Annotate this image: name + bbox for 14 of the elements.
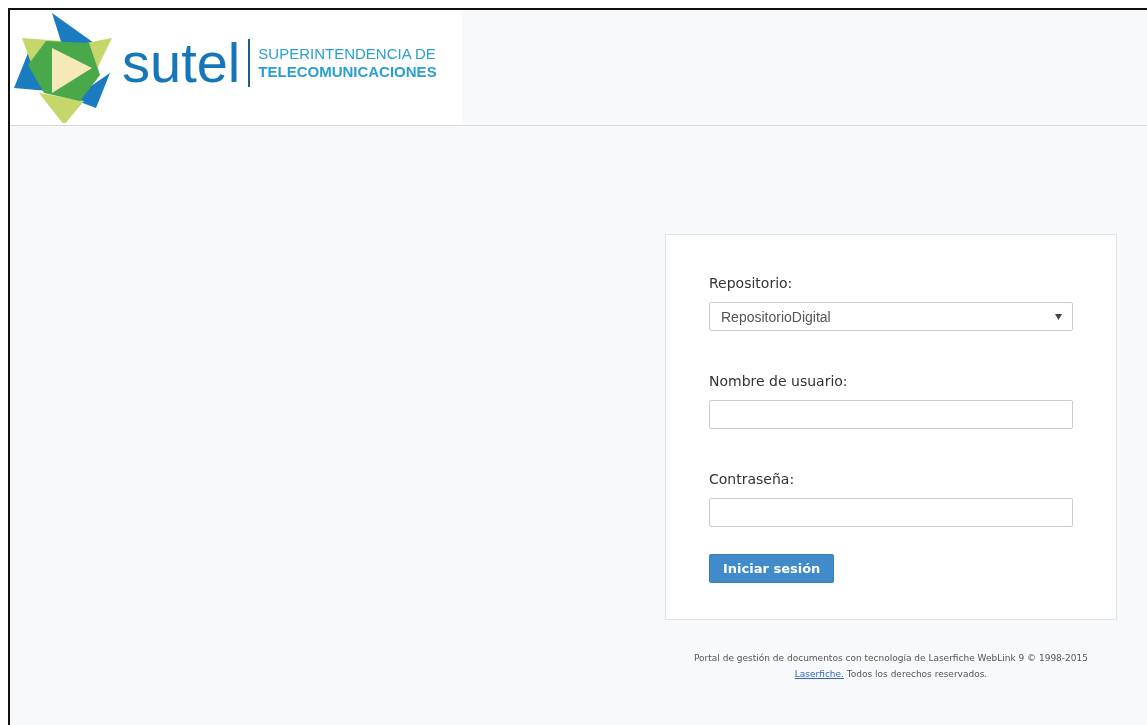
- logo-tagline: SUPERINTENDENCIA DE: [258, 44, 437, 63]
- login-button[interactable]: Iniciar sesión: [709, 554, 835, 583]
- logo-wordmark: sutel: [122, 34, 241, 91]
- password-field[interactable]: [709, 498, 1073, 527]
- caret-icon: [1055, 313, 1062, 320]
- field-label: Contraseña:: [709, 471, 796, 487]
- username-field[interactable]: [709, 400, 1073, 429]
- field-label: Repositorio:: [709, 275, 794, 291]
- footer-text: Portal de gestión de documentos con tecnología de Laserfiche WebLink 9 © 1998-2015 Laserfiche. Todos los derechos reservados.: [693, 652, 1089, 681]
- logo-tagline: TELECOMUNICACIONES: [258, 62, 437, 81]
- laserfiche-link[interactable]: Laserfiche.: [794, 669, 844, 679]
- repository-select[interactable]: RepositorioDigital: [709, 302, 1073, 331]
- star-logo-icon: [14, 12, 114, 123]
- field-label: Nombre de usuario:: [709, 373, 849, 389]
